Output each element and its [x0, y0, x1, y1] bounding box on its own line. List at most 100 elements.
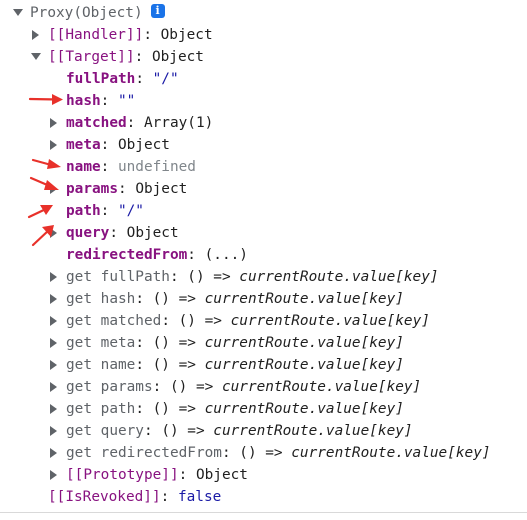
- getter-row-redirectedfrom[interactable]: get redirectedFrom: () => currentRoute.v…: [0, 442, 527, 464]
- getter-fn-body: currentRoute.value[key]: [291, 445, 491, 461]
- getter-sep: :: [135, 291, 153, 307]
- collapsed-triangle-icon[interactable]: [48, 266, 60, 288]
- collapsed-triangle-icon[interactable]: [48, 332, 60, 354]
- prop-sep: :: [126, 115, 144, 131]
- getter-row-path[interactable]: get path: () => currentRoute.value[key]: [0, 398, 527, 420]
- getter-fn-head: () =>: [161, 423, 214, 439]
- collapsed-triangle-icon[interactable]: [48, 442, 60, 464]
- collapsed-triangle-icon[interactable]: [48, 178, 60, 200]
- prop-value: Object: [126, 225, 179, 241]
- collapsed-triangle-icon[interactable]: [48, 288, 60, 310]
- prototype-row[interactable]: [[Prototype]]: Object: [0, 464, 527, 486]
- info-icon[interactable]: i: [150, 4, 165, 18]
- getter-fn-head: () =>: [152, 401, 205, 417]
- prop-key: matched: [66, 115, 127, 131]
- getter-row-matched[interactable]: get matched: () => currentRoute.value[ke…: [0, 310, 527, 332]
- prop-key: hash: [66, 93, 101, 109]
- prop-row-redirectedfrom[interactable]: redirectedFrom: (...): [0, 244, 527, 266]
- getter-row-params[interactable]: get params: () => currentRoute.value[key…: [0, 376, 527, 398]
- expanded-triangle-icon[interactable]: [12, 2, 24, 24]
- collapsed-triangle-icon[interactable]: [30, 24, 42, 46]
- prop-sep: :: [100, 203, 118, 219]
- collapsed-triangle-icon[interactable]: [48, 420, 60, 442]
- getter-fn-body: currentRoute.value[key]: [221, 379, 422, 395]
- target-row[interactable]: [[Target]]: Object: [0, 46, 527, 68]
- getter-row-hash[interactable]: get hash: () => currentRoute.value[key]: [0, 288, 527, 310]
- getter-key: get params: [66, 379, 153, 395]
- getter-key: get query: [66, 423, 144, 439]
- getter-fn-body: currentRoute.value[key]: [213, 423, 413, 439]
- getter-sep: :: [169, 269, 188, 285]
- prop-row-hash[interactable]: hash: "": [0, 90, 527, 112]
- proxy-root-row[interactable]: Proxy(Object) i: [0, 2, 527, 24]
- prop-key: meta: [66, 137, 101, 153]
- prop-key: redirectedFrom: [66, 247, 188, 263]
- handler-row[interactable]: [[Handler]]: Object: [0, 24, 527, 46]
- prop-row-query[interactable]: query: Object: [0, 222, 527, 244]
- getter-fn-head: () =>: [178, 313, 231, 329]
- getter-row-meta[interactable]: get meta: () => currentRoute.value[key]: [0, 332, 527, 354]
- prop-value: undefined: [117, 159, 196, 175]
- prop-row-meta[interactable]: meta: Object: [0, 134, 527, 156]
- collapsed-triangle-icon[interactable]: [48, 398, 60, 420]
- collapsed-triangle-icon[interactable]: [48, 376, 60, 398]
- getter-fn-body: currentRoute.value[key]: [204, 357, 404, 373]
- getter-fn-body: currentRoute.value[key]: [204, 335, 404, 351]
- getter-row-query[interactable]: get query: () => currentRoute.value[key]: [0, 420, 527, 442]
- prop-value: "": [117, 93, 136, 109]
- target-value: Object: [151, 49, 204, 65]
- collapsed-triangle-icon[interactable]: [48, 354, 60, 376]
- target-key: [[Target]]: [48, 49, 135, 65]
- getter-key: get fullPath: [66, 269, 170, 285]
- isrevoked-value: false: [177, 489, 222, 505]
- collapsed-triangle-icon[interactable]: [48, 222, 60, 244]
- prop-key: path: [66, 203, 101, 219]
- isrevoked-key: [[IsRevoked]]: [48, 489, 161, 505]
- getter-sep: :: [135, 401, 153, 417]
- lazy-value-ellipsis[interactable]: (...): [205, 247, 248, 263]
- getter-fn-body: currentRoute.value[key]: [204, 401, 404, 417]
- collapsed-triangle-icon[interactable]: [48, 464, 60, 486]
- console-divider: [0, 512, 527, 513]
- getter-key: get path: [66, 401, 136, 417]
- prop-value: "/": [117, 203, 144, 219]
- getter-key: get redirectedFrom: [66, 445, 222, 461]
- target-sep: :: [134, 49, 152, 65]
- getter-fn-head: () =>: [152, 357, 205, 373]
- getter-sep: :: [221, 445, 240, 461]
- prop-row-params[interactable]: params: Object: [0, 178, 527, 200]
- prop-value: Object: [117, 137, 170, 153]
- prop-row-name[interactable]: name: undefined: [0, 156, 527, 178]
- prop-row-matched[interactable]: matched: Array(1): [0, 112, 527, 134]
- getter-row-fullpath[interactable]: get fullPath: () => currentRoute.value[k…: [0, 266, 527, 288]
- getter-fn-head: () =>: [169, 379, 222, 395]
- prop-key: params: [66, 181, 118, 197]
- getter-sep: :: [135, 357, 153, 373]
- expanded-triangle-icon[interactable]: [30, 46, 42, 68]
- collapsed-triangle-icon[interactable]: [48, 134, 60, 156]
- getter-fn-head: () =>: [239, 445, 292, 461]
- getter-sep: :: [143, 423, 162, 439]
- collapsed-triangle-icon[interactable]: [48, 112, 60, 134]
- collapsed-triangle-icon[interactable]: [48, 310, 60, 332]
- prop-key: name: [66, 159, 101, 175]
- getter-key: get hash: [66, 291, 136, 307]
- prop-row-path[interactable]: path: "/": [0, 200, 527, 222]
- prop-sep: :: [100, 137, 118, 153]
- handler-key: [[Handler]]: [48, 27, 144, 43]
- getter-row-name[interactable]: get name: () => currentRoute.value[key]: [0, 354, 527, 376]
- prop-key: fullPath: [66, 71, 136, 87]
- prop-sep: :: [187, 247, 205, 263]
- getter-sep: :: [135, 335, 153, 351]
- getter-fn-body: currentRoute.value[key]: [230, 313, 430, 329]
- prototype-value: Object: [195, 467, 248, 483]
- proxy-root-label: Proxy(Object): [30, 5, 143, 21]
- prop-sep: :: [135, 71, 153, 87]
- prop-row-fullpath[interactable]: fullPath: "/": [0, 68, 527, 90]
- prop-key: query: [66, 225, 110, 241]
- isrevoked-row: [[IsRevoked]]: false: [0, 486, 527, 508]
- prop-value: Array(1): [143, 115, 214, 131]
- object-inspector-tree: Proxy(Object) i [[Handler]]: Object [[Tar…: [0, 2, 527, 508]
- handler-sep: :: [143, 27, 161, 43]
- getter-fn-head: () =>: [152, 291, 205, 307]
